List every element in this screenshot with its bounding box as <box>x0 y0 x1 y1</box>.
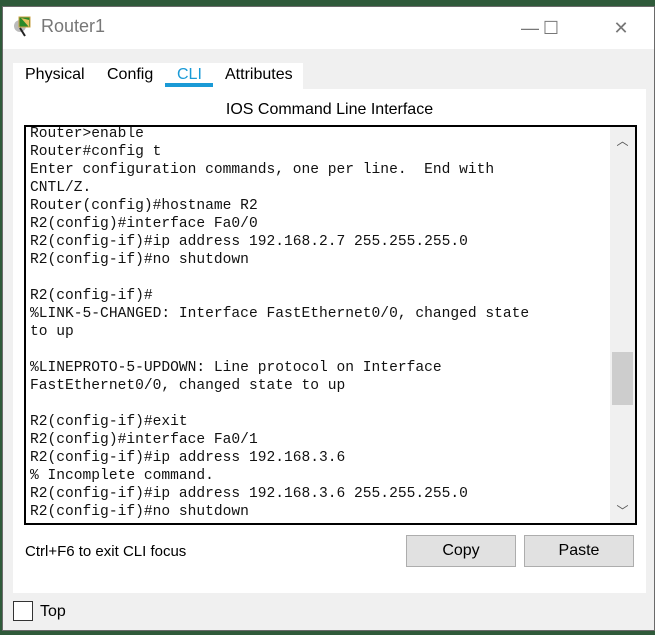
terminal-line: %LINK-5-CHANGED: Interface FastEthernet0… <box>30 306 530 322</box>
terminal-line: R2(config-if)# <box>30 288 153 304</box>
terminal-line: Router>enable <box>30 126 144 142</box>
terminal-line: %LINEPROTO-5-UPDOWN: Line protocol on In… <box>30 360 442 376</box>
terminal-line: R2(config-if)#ip address 192.168.3.6 <box>30 450 346 466</box>
terminal-line: R2(config-if)#ip address 192.168.2.7 255… <box>30 234 468 250</box>
terminal-line: Router#config t <box>30 144 162 160</box>
terminal-line: R2(config)#interface Fa0/0 <box>30 216 258 232</box>
cli-header: IOS Command Line Interface <box>225 101 434 118</box>
title-bar: Router1 — ☐ ✕ <box>3 7 654 49</box>
top-checkbox-label: Top <box>40 603 66 620</box>
tab-bar: Physical Config CLI Attributes <box>13 63 303 89</box>
tab-cli[interactable]: CLI <box>177 66 202 84</box>
router-app-icon <box>14 16 31 37</box>
terminal-line: FastEthernet0/0, changed state to up <box>30 378 346 394</box>
terminal-line: R2(config-if)#ip address 192.168.3.6 255… <box>30 486 468 502</box>
scrollbar[interactable]: ︿ ﹀ <box>610 127 635 523</box>
scroll-up-icon[interactable]: ︿ <box>610 131 635 151</box>
terminal-line: CNTL/Z. <box>30 180 92 196</box>
close-button[interactable]: ✕ <box>598 13 644 43</box>
terminal-line: R2(config)#interface Fa0/1 <box>30 432 258 448</box>
paste-button[interactable]: Paste <box>524 535 634 567</box>
terminal-line: R2(config-if)#exit <box>30 414 188 430</box>
cli-focus-hint: Ctrl+F6 to exit CLI focus <box>25 543 187 560</box>
active-tab-indicator <box>165 83 213 87</box>
cli-terminal[interactable]: Router>enable Router#config t Enter config… <box>24 125 637 525</box>
terminal-line: Router(config)#hostname R2 <box>30 198 258 214</box>
window-title: Router1 <box>41 16 106 36</box>
cli-panel: IOS Command Line Interface Router>enable… <box>13 89 646 593</box>
terminal-line: Enter configuration commands, one per li… <box>30 162 495 178</box>
router-window: Router1 — ☐ ✕ Physical Config CLI Attrib… <box>2 6 655 631</box>
maximize-button[interactable]: ☐ <box>528 13 574 43</box>
tab-attributes[interactable]: Attributes <box>225 66 293 84</box>
terminal-line: R2(config-if)#no shutdown <box>30 504 249 520</box>
copy-button[interactable]: Copy <box>406 535 516 567</box>
scroll-down-icon[interactable]: ﹀ <box>610 501 635 521</box>
scrollbar-thumb[interactable] <box>612 352 633 405</box>
tab-physical[interactable]: Physical <box>25 66 85 84</box>
terminal-output: Router>enable Router#config t Enter config… <box>30 126 530 521</box>
top-checkbox[interactable] <box>13 601 33 621</box>
terminal-line: to up <box>30 324 74 340</box>
tab-config[interactable]: Config <box>107 66 153 84</box>
terminal-line: % Incomplete command. <box>30 468 214 484</box>
terminal-line: R2(config-if)#no shutdown <box>30 252 249 268</box>
